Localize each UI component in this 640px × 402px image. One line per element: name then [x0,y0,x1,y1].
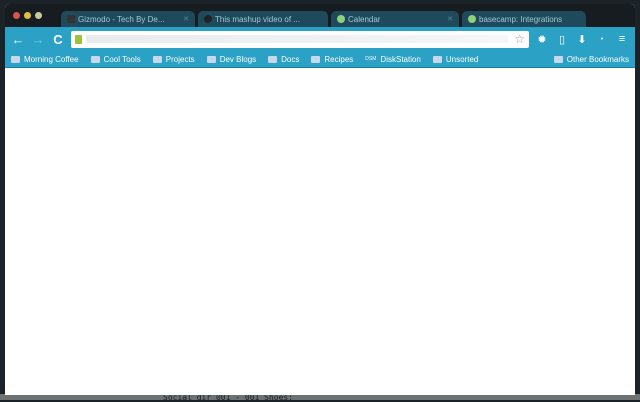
tab-mashup-video[interactable]: This mashup video of ... [198,11,328,27]
bookmark-cool-tools[interactable]: Cool Tools [90,54,141,64]
close-tab-icon[interactable]: ✕ [183,15,189,23]
tab-calendar[interactable]: Calendar ✕ [331,11,459,27]
folder-icon [206,55,216,63]
back-button[interactable]: ← [11,32,25,47]
zoom-window-button[interactable] [35,12,42,19]
bookmark-label: Dev Blogs [219,54,257,64]
tab-title: This mashup video of ... [215,14,300,24]
bookmark-label: Unsorted [445,54,479,64]
gizmodo-icon [67,15,75,23]
bookmark-recipes[interactable]: Recipes [311,55,353,64]
folder-icon [268,55,278,63]
other-bookmarks[interactable]: Other Bookmarks [553,54,629,64]
browser-window: Gizmodo - Tech By De... ✕ This mashup vi… [5,4,635,395]
folder-icon [553,55,563,63]
forward-button[interactable]: → [31,32,45,47]
address-bar[interactable]: ☆ [71,30,529,48]
folder-icon [311,55,321,63]
bookmark-docs[interactable]: Docs [268,55,299,64]
bookmark-label: Morning Coffee [24,54,79,64]
menu-button[interactable]: ≡ [615,33,629,45]
bookmark-diskstation[interactable]: DSM DiskStation [365,55,421,64]
basecamp-icon [468,15,476,23]
tab-gizmodo[interactable]: Gizmodo - Tech By De... ✕ [61,11,195,27]
page-content [5,68,635,395]
dsm-icon: DSM [365,56,377,62]
extension-gear-icon[interactable]: ✹ [535,33,549,46]
toolbar: ← → C ☆ ✹ ▯ ⬇ • ≡ [5,27,635,51]
bookmark-dev-blogs[interactable]: Dev Blogs [206,54,257,64]
bookmark-star-icon[interactable]: ☆ [514,32,525,46]
bookmark-label: Docs [281,54,300,64]
folder-icon [432,55,442,63]
extension-dot-icon[interactable]: • [595,36,609,43]
close-tab-icon[interactable]: ✕ [447,15,453,23]
bookmark-morning-coffee[interactable]: Morning Coffee [11,55,79,64]
lock-icon [75,34,82,44]
calendar-icon [337,15,345,23]
extension-download-icon[interactable]: ⬇ [575,33,589,46]
tab-title: Calendar [348,14,381,24]
bookmark-label: DiskStation [380,54,421,64]
folder-icon [90,55,100,63]
tab-title: Gizmodo - Tech By De... [78,14,165,24]
video-icon [204,15,212,23]
tab-basecamp[interactable]: basecamp: Integrations [462,11,586,27]
bookmark-label: Recipes [324,54,354,64]
folder-icon [152,55,162,63]
bookmark-projects[interactable]: Projects [152,54,195,64]
bookmark-label: Other Bookmarks [566,54,629,64]
bookmark-unsorted[interactable]: Unsorted [432,54,479,64]
minimize-window-button[interactable] [24,12,31,19]
bookmark-label: Cool Tools [103,54,141,64]
bookmarks-bar: Morning Coffee Cool Tools Projects Dev B… [5,51,635,68]
tab-strip: Gizmodo - Tech By De... ✕ This mashup vi… [5,4,635,27]
extension-bottle-icon[interactable]: ▯ [555,33,569,46]
reload-button[interactable]: C [51,32,65,47]
bookmark-label: Projects [165,54,195,64]
tab-title: basecamp: Integrations [479,14,563,24]
window-controls [13,12,42,19]
folder-icon [11,55,20,63]
close-window-button[interactable] [13,12,20,19]
url-text-blurred [86,35,509,43]
